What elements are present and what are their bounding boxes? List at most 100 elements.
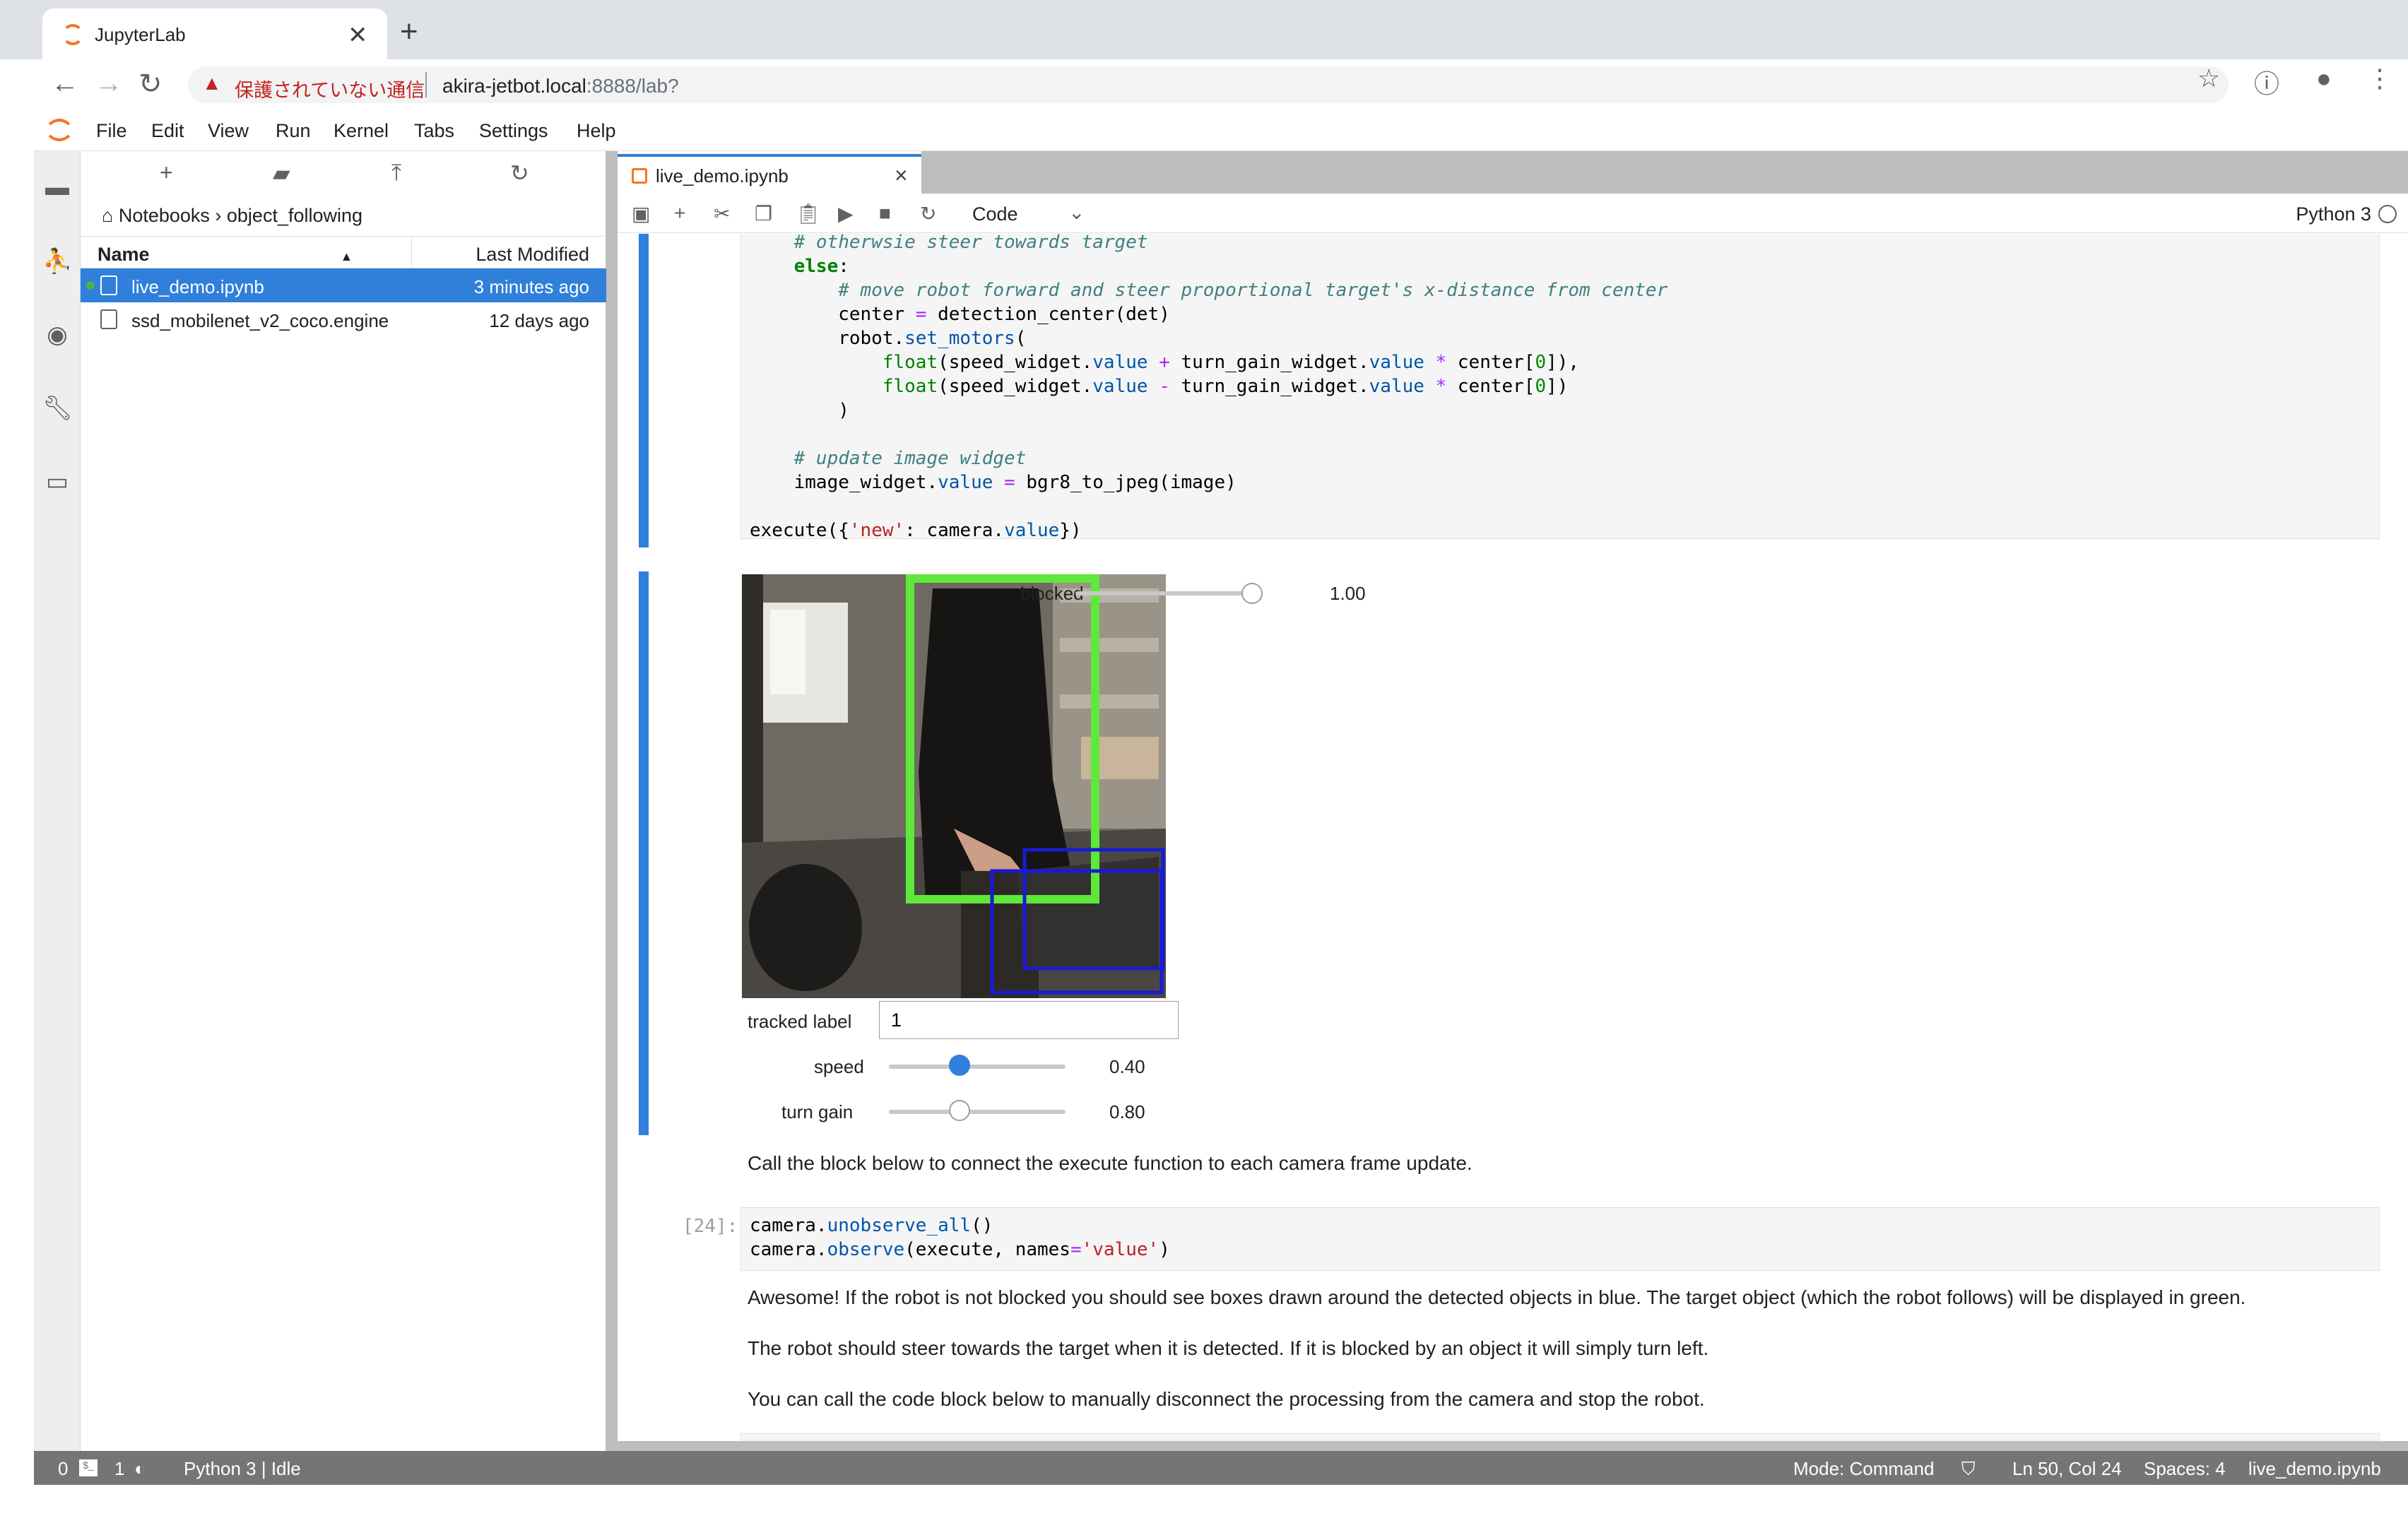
notebook-tab-title: live_demo.ipynb — [656, 165, 789, 186]
notebook-panel: live_demo.ipynb × ▣ + ✂ ❐ 📋︎ ▶ ■ ↻ Code … — [618, 151, 2408, 1441]
stop-icon[interactable]: ■ — [879, 202, 891, 225]
address-bar[interactable]: ▲ 保護されていない通信 akira-jetbot.local:8888/lab… — [188, 66, 2229, 103]
home-icon[interactable]: ⌂ — [102, 205, 113, 226]
insert-cell-icon[interactable]: + — [674, 202, 685, 225]
menu-settings[interactable]: Settings — [479, 120, 548, 142]
blocked-slider-handle[interactable] — [1241, 583, 1263, 604]
new-launcher-icon[interactable]: + — [160, 160, 173, 186]
warning-triangle-icon: ▲ — [202, 72, 222, 94]
copy-icon[interactable]: ❐ — [755, 202, 772, 225]
notebook-content[interactable]: # otherwsie steer towards target else: #… — [618, 234, 2408, 1441]
file-list-header: Name ▲ Last Modified — [81, 236, 606, 269]
column-name-label: Name — [98, 244, 150, 265]
jupyter-favicon-icon — [62, 24, 83, 45]
blocked-slider[interactable] — [1075, 591, 1252, 595]
jupyter-menubar: File Edit View Run Kernel Tabs Settings … — [34, 110, 2408, 151]
markdown-cell[interactable]: Awesome! If the robot is not blocked you… — [748, 1286, 2245, 1309]
wrench-icon[interactable]: 🔧︎ — [42, 394, 73, 424]
mode-indicator[interactable]: Mode: Command — [1793, 1458, 1934, 1480]
file-icon — [100, 309, 117, 329]
notebook-toolbar: ▣ + ✂ ❐ 📋︎ ▶ ■ ↻ Code ⌄ Python 3 — [618, 194, 2408, 233]
browser-tabstrip: JupyterLab ✕ + — [0, 0, 2408, 59]
reload-icon[interactable]: ↻ — [138, 68, 163, 100]
forward-arrow-icon[interactable]: → — [95, 68, 123, 100]
save-icon[interactable]: ▣ — [632, 202, 650, 225]
restart-icon[interactable]: ↻ — [920, 202, 936, 225]
extension-info-icon[interactable]: ⓘ — [2254, 64, 2279, 100]
tab-bar-background — [921, 151, 2408, 194]
palette-icon[interactable]: ◉ — [42, 321, 72, 350]
running-icon[interactable]: ⛹ — [42, 247, 72, 277]
tabs-icon[interactable]: ▭ — [42, 468, 72, 497]
file-row[interactable]: live_demo.ipynb 3 minutes ago — [81, 268, 606, 302]
code-cell-editor[interactable]: # otherwsie steer towards target else: #… — [740, 234, 2380, 541]
menu-help[interactable]: Help — [577, 120, 616, 142]
refresh-icon[interactable]: ↻ — [510, 160, 529, 186]
cell-prompt: [24]: — [683, 1216, 738, 1237]
menu-tabs[interactable]: Tabs — [414, 120, 454, 142]
column-header-modified[interactable]: Last Modified — [476, 244, 589, 266]
speed-slider-handle[interactable] — [949, 1055, 970, 1076]
file-name: live_demo.ipynb — [131, 276, 264, 297]
menu-kernel[interactable]: Kernel — [334, 120, 389, 142]
notebook-tab[interactable]: live_demo.ipynb × — [618, 154, 921, 194]
kernel-name[interactable]: Python 3 — [2296, 203, 2371, 225]
cut-icon[interactable]: ✂ — [714, 202, 730, 225]
cell-type-select[interactable]: Code — [972, 203, 1018, 225]
code-last-line: execute({'new': camera.value}) — [750, 520, 1082, 541]
url-text: akira-jetbot.local:8888/lab? — [442, 75, 679, 97]
upload-icon[interactable]: ⤒ — [391, 160, 401, 186]
turn-gain-slider[interactable] — [889, 1110, 1066, 1114]
bookmark-star-icon[interactable]: ☆ — [2197, 64, 2220, 93]
jupyter-logo-icon — [48, 119, 71, 141]
new-tab-button[interactable]: + — [400, 14, 418, 49]
close-tab-icon[interactable]: ✕ — [348, 21, 368, 49]
kernel-count[interactable]: 1 — [114, 1458, 124, 1480]
cursor-position[interactable]: Ln 50, Col 24 — [2012, 1458, 2122, 1480]
tracked-label-input[interactable] — [879, 1001, 1179, 1039]
run-icon[interactable]: ▶ — [838, 202, 854, 225]
paste-icon[interactable]: 📋︎ — [796, 202, 821, 225]
kernel-status[interactable]: Python 3 | Idle — [184, 1458, 301, 1480]
menu-file[interactable]: File — [96, 120, 127, 142]
browser-tab[interactable]: JupyterLab ✕ — [42, 8, 387, 59]
output-collapser[interactable] — [639, 571, 649, 1135]
blocked-value: 1.00 — [1330, 583, 1366, 604]
markdown-cell[interactable]: The robot should steer towards the targe… — [748, 1337, 1708, 1360]
file-modified: 12 days ago — [489, 310, 589, 331]
shield-check-icon: ⛉ — [1961, 1458, 1976, 1479]
file-name: ssd_mobilenet_v2_coco.engine — [131, 310, 389, 331]
menu-view[interactable]: View — [208, 120, 249, 142]
browser-menu-icon[interactable]: ⋮ — [2367, 64, 2392, 93]
status-bar: 0 $_ 1 ◐ Python 3 | Idle Mode: Command ⛉… — [34, 1451, 2408, 1485]
new-folder-icon[interactable]: ▰ — [273, 160, 290, 186]
column-header-name[interactable]: Name ▲ — [98, 244, 353, 266]
profile-avatar-icon[interactable]: ● — [2316, 64, 2332, 93]
speed-slider[interactable] — [889, 1065, 1066, 1069]
menu-edit[interactable]: Edit — [151, 120, 184, 142]
close-icon[interactable]: × — [895, 162, 908, 189]
speed-label: speed — [814, 1056, 864, 1077]
chevron-down-icon[interactable]: ⌄ — [1068, 201, 1085, 224]
notebook-icon — [100, 275, 117, 295]
camera-feed-image — [742, 574, 1166, 998]
breadcrumb[interactable]: ⌂ Notebooks › object_following — [102, 205, 362, 227]
blocked-label: blocked — [1020, 583, 1084, 604]
indent-spaces[interactable]: Spaces: 4 — [2144, 1458, 2226, 1480]
back-arrow-icon[interactable]: ← — [51, 68, 79, 100]
breadcrumb-path: Notebooks › object_following — [118, 205, 363, 226]
security-warning-text: 保護されていない通信 — [235, 80, 425, 101]
code-cell-editor[interactable]: camera.unobserve_all() camera.observe(ex… — [740, 1207, 2380, 1271]
markdown-cell[interactable]: You can call the code block below to man… — [748, 1388, 1705, 1411]
file-row[interactable]: ssd_mobilenet_v2_coco.engine 12 days ago — [81, 302, 606, 336]
url-path: :8888/lab? — [586, 75, 679, 97]
code-cell-editor[interactable] — [740, 1433, 2380, 1441]
cell-collapser[interactable] — [639, 234, 649, 547]
folder-icon[interactable]: ▬ — [42, 174, 72, 203]
turn-gain-value: 0.80 — [1109, 1101, 1145, 1122]
menu-run[interactable]: Run — [276, 120, 311, 142]
turn-gain-slider-handle[interactable] — [949, 1100, 970, 1121]
terminal-count[interactable]: 0 — [58, 1458, 68, 1480]
browser-tab-title: JupyterLab — [95, 24, 186, 45]
markdown-cell[interactable]: Call the block below to connect the exec… — [748, 1152, 1472, 1175]
